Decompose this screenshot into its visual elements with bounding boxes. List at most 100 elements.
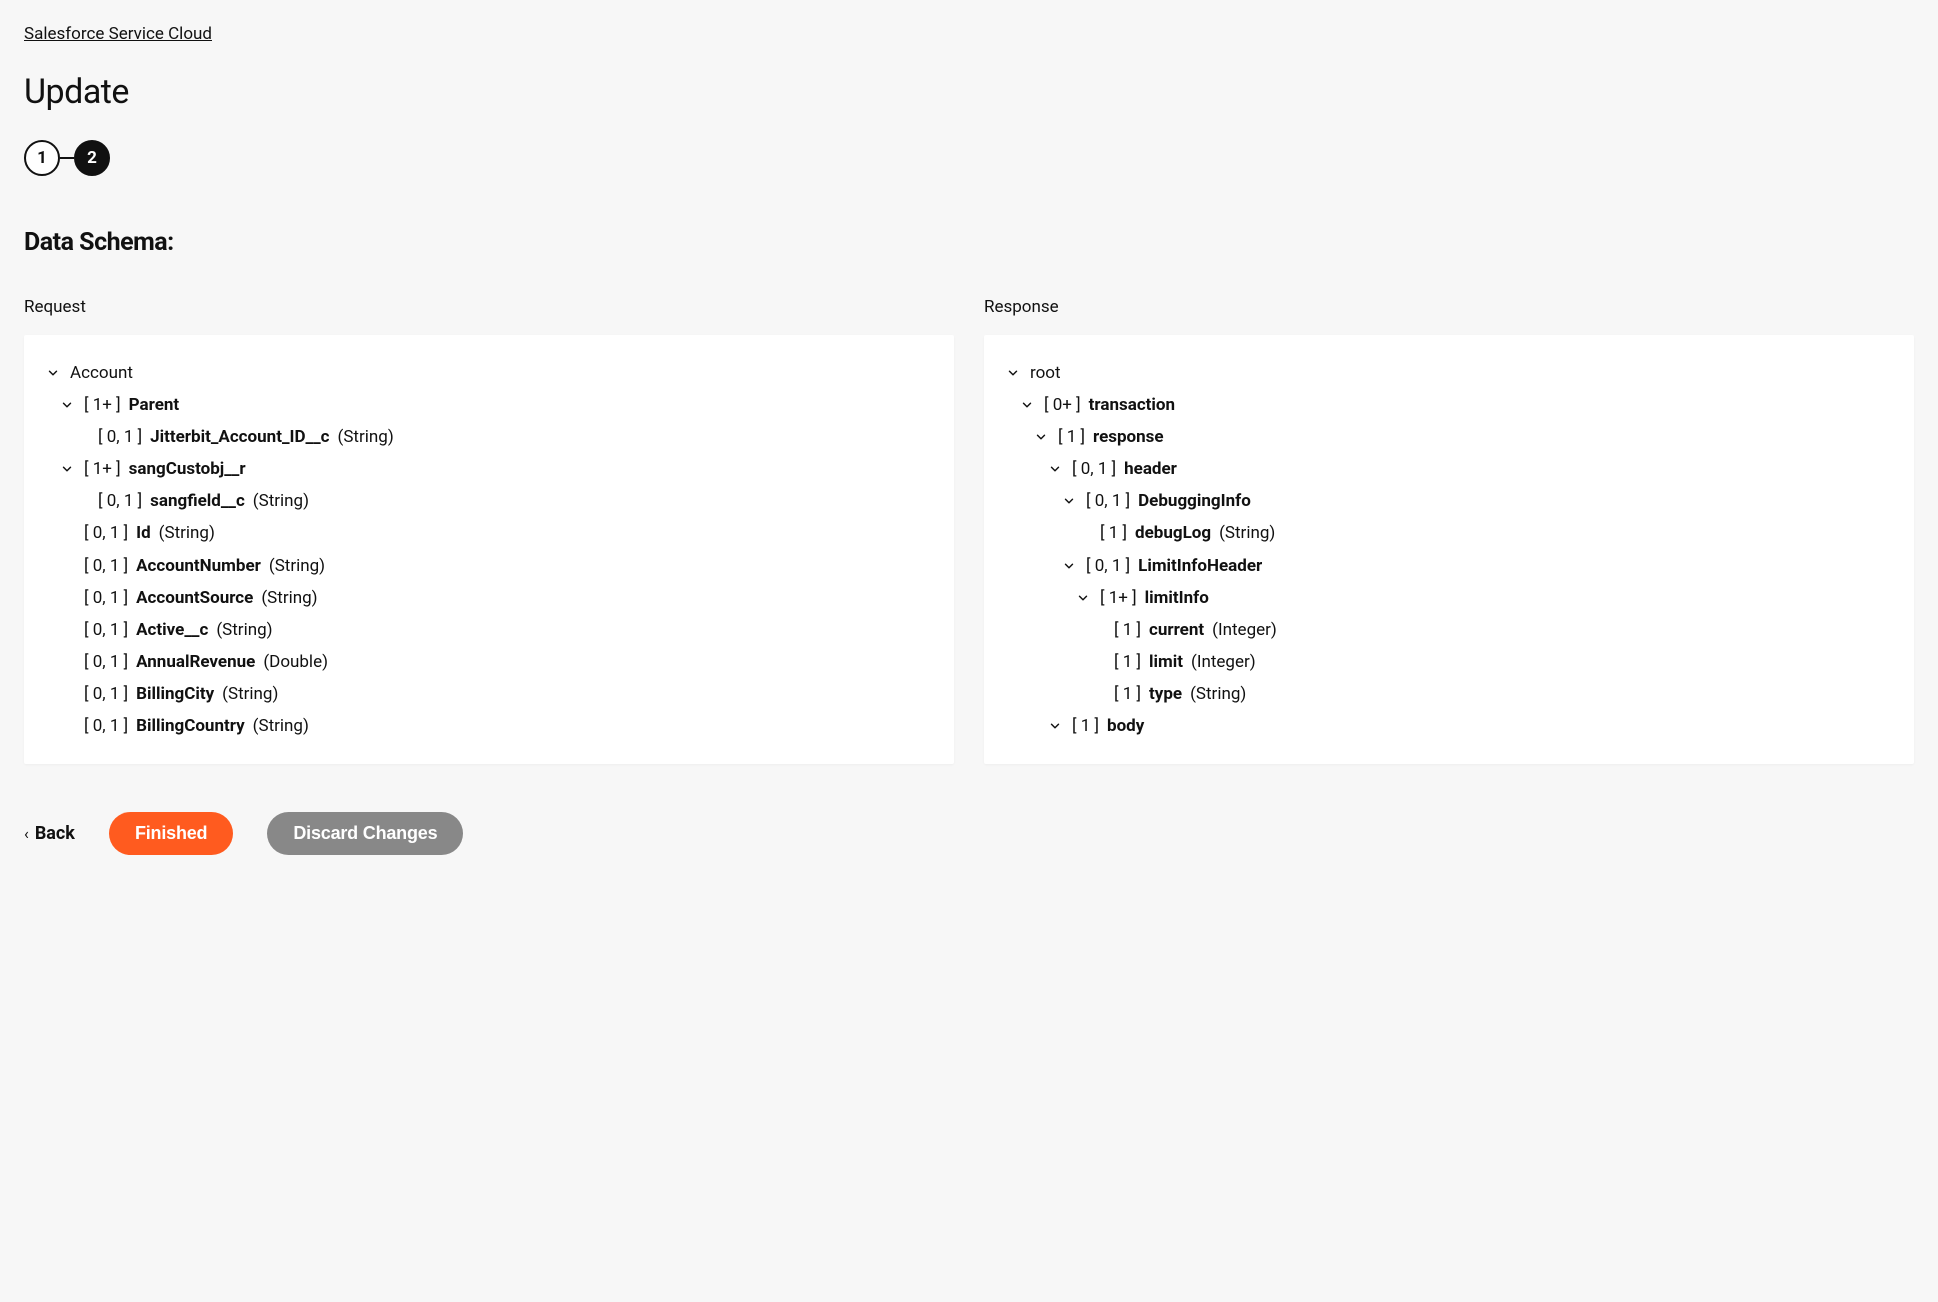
node-type: (Integer)	[1191, 651, 1256, 673]
node-type: (String)	[1219, 522, 1275, 544]
chevron-down-icon[interactable]	[1004, 364, 1022, 382]
node-name: type	[1149, 683, 1182, 705]
node-type: (String)	[269, 555, 325, 577]
page-title: Update	[24, 72, 1914, 112]
chevron-down-icon[interactable]	[1032, 428, 1050, 446]
tree-node-root[interactable]: root	[1004, 357, 1886, 389]
tree-node-id[interactable]: [ 0, 1 ] Id (String)	[58, 517, 926, 549]
node-name: BillingCountry	[136, 715, 245, 737]
node-name: BillingCity	[136, 683, 214, 705]
node-name: sangfield__c	[150, 490, 245, 512]
node-type: (String)	[216, 619, 272, 641]
tree-node-billingcountry[interactable]: [ 0, 1 ] BillingCountry (String)	[58, 710, 926, 742]
node-cardinality: [ 1 ]	[1114, 651, 1141, 673]
node-type: (String)	[222, 683, 278, 705]
chevron-down-icon[interactable]	[1060, 557, 1078, 575]
chevron-down-icon[interactable]	[1046, 717, 1064, 735]
step-1[interactable]: 1	[24, 140, 60, 176]
node-type: (String)	[253, 490, 309, 512]
node-cardinality: [ 1 ]	[1058, 426, 1085, 448]
node-type: (String)	[1190, 683, 1246, 705]
node-name: AccountSource	[136, 587, 253, 609]
node-name: LimitInfoHeader	[1138, 555, 1262, 577]
node-cardinality: [ 0, 1 ]	[98, 490, 142, 512]
node-cardinality: [ 1 ]	[1072, 715, 1099, 737]
node-cardinality: [ 1 ]	[1100, 522, 1127, 544]
node-type: (String)	[253, 715, 309, 737]
node-name: AnnualRevenue	[136, 651, 255, 673]
tree-node-accountnumber[interactable]: [ 0, 1 ] AccountNumber (String)	[58, 550, 926, 582]
tree-node-limitinfo[interactable]: [ 1+ ] limitInfo	[1074, 582, 1886, 614]
node-name: limit	[1149, 651, 1183, 673]
node-type: (String)	[159, 522, 215, 544]
tree-node-active[interactable]: [ 0, 1 ] Active__c (String)	[58, 614, 926, 646]
node-cardinality: [ 0, 1 ]	[1072, 458, 1116, 480]
back-button[interactable]: ‹ Back	[24, 823, 75, 844]
tree-node-header[interactable]: [ 0, 1 ] header	[1046, 453, 1886, 485]
tree-node-accountsource[interactable]: [ 0, 1 ] AccountSource (String)	[58, 582, 926, 614]
node-name: debugLog	[1135, 522, 1211, 544]
chevron-down-icon[interactable]	[1018, 396, 1036, 414]
node-cardinality: [ 0, 1 ]	[84, 683, 128, 705]
tree-node-limitinfoheader[interactable]: [ 0, 1 ] LimitInfoHeader	[1060, 550, 1886, 582]
node-cardinality: [ 1 ]	[1114, 619, 1141, 641]
node-cardinality: [ 0+ ]	[1044, 394, 1081, 416]
node-cardinality: [ 0, 1 ]	[84, 715, 128, 737]
chevron-down-icon[interactable]	[1046, 460, 1064, 478]
chevron-left-icon: ‹	[24, 824, 29, 843]
chevron-down-icon[interactable]	[44, 364, 62, 382]
node-cardinality: [ 0, 1 ]	[84, 587, 128, 609]
tree-node-debuglog[interactable]: [ 1 ] debugLog (String)	[1074, 517, 1886, 549]
node-name: AccountNumber	[136, 555, 261, 577]
node-name: current	[1149, 619, 1204, 641]
node-cardinality: [ 0, 1 ]	[84, 522, 128, 544]
chevron-down-icon[interactable]	[58, 396, 76, 414]
tree-node-debugginginfo[interactable]: [ 0, 1 ] DebuggingInfo	[1060, 485, 1886, 517]
tree-node-transaction[interactable]: [ 0+ ] transaction	[1018, 389, 1886, 421]
node-label: root	[1030, 362, 1061, 384]
node-name: Parent	[129, 394, 180, 416]
chevron-down-icon[interactable]	[1060, 492, 1078, 510]
node-cardinality: [ 1 ]	[1114, 683, 1141, 705]
tree-node-parent[interactable]: [ 1+ ] Parent	[58, 389, 926, 421]
discard-changes-button[interactable]: Discard Changes	[267, 812, 463, 855]
node-label: Account	[70, 362, 133, 384]
node-name: header	[1124, 458, 1177, 480]
node-cardinality: [ 1+ ]	[84, 394, 121, 416]
tree-node-type[interactable]: [ 1 ] type (String)	[1088, 678, 1886, 710]
tree-node-limit[interactable]: [ 1 ] limit (Integer)	[1088, 646, 1886, 678]
tree-node-annualrevenue[interactable]: [ 0, 1 ] AnnualRevenue (Double)	[58, 646, 926, 678]
tree-node-response[interactable]: [ 1 ] response	[1032, 421, 1886, 453]
node-type: (Double)	[263, 651, 328, 673]
node-cardinality: [ 0, 1 ]	[98, 426, 142, 448]
node-name: limitInfo	[1145, 587, 1209, 609]
node-type: (Integer)	[1212, 619, 1277, 641]
node-name: Id	[136, 522, 151, 544]
breadcrumb-link[interactable]: Salesforce Service Cloud	[24, 24, 212, 44]
node-name: Active__c	[136, 619, 208, 641]
response-panel: root [ 0+ ] transaction	[984, 335, 1914, 764]
tree-node-sangcustobj[interactable]: [ 1+ ] sangCustobj__r	[58, 453, 926, 485]
tree-node-current[interactable]: [ 1 ] current (Integer)	[1088, 614, 1886, 646]
finished-button[interactable]: Finished	[109, 812, 233, 855]
node-cardinality: [ 0, 1 ]	[1086, 490, 1130, 512]
chevron-down-icon[interactable]	[1074, 589, 1092, 607]
tree-node-jitterbit[interactable]: [ 0, 1 ] Jitterbit_Account_ID__c (String…	[72, 421, 926, 453]
node-type: (String)	[338, 426, 394, 448]
node-name: body	[1107, 715, 1144, 737]
tree-node-body[interactable]: [ 1 ] body	[1046, 710, 1886, 742]
node-cardinality: [ 1+ ]	[1100, 587, 1137, 609]
request-label: Request	[24, 297, 954, 317]
tree-node-sangfield[interactable]: [ 0, 1 ] sangfield__c (String)	[72, 485, 926, 517]
step-2[interactable]: 2	[74, 140, 110, 176]
tree-node-account[interactable]: Account	[44, 357, 926, 389]
node-name: DebuggingInfo	[1138, 490, 1251, 512]
response-label: Response	[984, 297, 1914, 317]
node-cardinality: [ 0, 1 ]	[84, 619, 128, 641]
step-connector	[60, 157, 74, 159]
chevron-down-icon[interactable]	[58, 460, 76, 478]
node-name: sangCustobj__r	[129, 458, 246, 480]
tree-node-billingcity[interactable]: [ 0, 1 ] BillingCity (String)	[58, 678, 926, 710]
node-cardinality: [ 0, 1 ]	[84, 651, 128, 673]
node-name: transaction	[1089, 394, 1175, 416]
